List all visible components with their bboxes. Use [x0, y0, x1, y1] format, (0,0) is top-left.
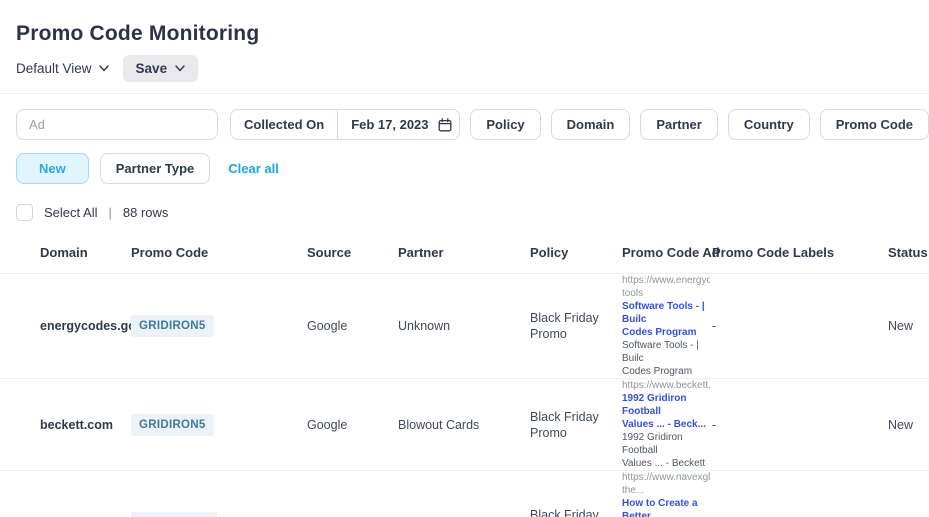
status-cell: New — [888, 417, 914, 432]
filter-row-secondary: New Partner Type Clear all — [16, 153, 929, 184]
promo-code-cell: GRIDIRON5 — [131, 413, 307, 436]
ad-url: https://www.navexglot the... — [622, 472, 710, 496]
promo-code-monitoring-page: Promo Code Monitoring Default View Save — [0, 0, 929, 517]
ad-description: 1992 Gridiron Football Values ... - Beck… — [622, 432, 706, 469]
save-button[interactable]: Save — [122, 55, 199, 82]
source-cell: Google — [307, 319, 348, 333]
policy-cell: Black Friday Promo — [530, 311, 599, 341]
table-row[interactable]: energycodes.gov GRIDIRON5 Google Unknown… — [0, 274, 929, 379]
row-count: 88 rows — [122, 205, 169, 220]
table-header: Domain Promo Code Source Partner Policy … — [0, 245, 929, 274]
view-selector-label: Default View — [16, 61, 92, 76]
domain-cell: energycodes.gov — [40, 319, 143, 333]
view-bar: Default View Save — [16, 55, 913, 82]
chevron-down-icon — [175, 65, 185, 72]
page-header: Promo Code Monitoring Default View Save — [0, 0, 929, 82]
promo-code-cell: GRIDIRON5 — [131, 315, 307, 337]
start-date-value: Feb 17, 2023 — [351, 117, 429, 132]
ad-title-link[interactable]: How to Create a Better NextNAVE... — [622, 497, 710, 517]
promo-code-badge: GRIDIRON5 — [131, 315, 214, 337]
select-all-label: Select All — [44, 205, 98, 220]
page-title: Promo Code Monitoring — [16, 22, 260, 45]
promo-code-cell: ENSERVE10 — [131, 512, 307, 517]
promo-code-badge: ENSERVE10 — [131, 512, 218, 517]
collected-on-label: Collected On — [231, 110, 337, 139]
column-header-domain: Domain — [40, 245, 88, 260]
labels-cell: - — [712, 319, 717, 333]
partner-cell: Blowout Cards — [398, 417, 480, 432]
selection-separator: | — [108, 205, 112, 220]
policy-cell: Black Friday Promo — [530, 409, 599, 440]
filter-button-partner[interactable]: Partner — [640, 109, 718, 140]
column-header-source: Source — [307, 245, 352, 260]
filter-button-promo-code[interactable]: Promo Code — [819, 109, 929, 140]
column-header-promo-code: Promo Code — [131, 245, 209, 260]
calendar-icon — [438, 117, 451, 131]
save-button-label: Save — [135, 61, 168, 76]
promo-code-ad-cell: https://www.beckett.cc 1992 Gridiron Foo… — [622, 379, 710, 470]
filter-button-policy[interactable]: Policy — [470, 109, 541, 140]
column-header-status: Status — [888, 245, 928, 260]
start-date-picker[interactable]: Feb 17, 2023 — [337, 110, 459, 139]
ad-filter-input[interactable] — [16, 109, 218, 140]
promo-code-ad-cell: https://www.energycoc tools Software Too… — [622, 274, 710, 378]
promo-code-ad-cell: https://www.navexglot the... How to Crea… — [622, 471, 710, 517]
column-header-promo-code-ad: Promo Code Ad — [622, 245, 720, 260]
view-selector-dropdown[interactable]: Default View — [16, 61, 109, 76]
filter-button-domain[interactable]: Domain — [550, 109, 631, 140]
clear-all-link[interactable]: Clear all — [228, 161, 279, 176]
status-filter-chip-new[interactable]: New — [16, 153, 89, 184]
chevron-down-icon — [98, 65, 109, 72]
select-all-checkbox[interactable] — [16, 204, 33, 221]
promo-code-badge: GRIDIRON5 — [131, 413, 214, 436]
filter-button-partner-type[interactable]: Partner Type — [99, 153, 211, 184]
source-cell: Google — [307, 417, 348, 432]
column-header-policy: Policy — [530, 245, 569, 260]
partner-cell: Unknown — [398, 319, 451, 333]
ad-url: https://www.beckett.cc — [622, 380, 710, 391]
filter-section: Collected On Feb 17, 2023 End Date — [0, 94, 929, 184]
selection-bar: Select All | 88 rows — [0, 204, 929, 221]
ad-title-link[interactable]: Software Tools - | Builc Codes Program — [622, 300, 710, 339]
ad-title-link[interactable]: 1992 Gridiron Football Values ... - Beck… — [622, 392, 710, 431]
ad-url: https://www.energycoc tools — [622, 275, 710, 299]
policy-cell: Black Friday Policy — [530, 508, 599, 517]
labels-cell: - — [712, 417, 717, 432]
column-header-promo-code-labels: Promo Code Labels — [712, 245, 835, 260]
column-header-partner: Partner — [398, 245, 444, 260]
table-row[interactable]: navexglobal.com ENSERVE10 Google Unknown… — [0, 471, 929, 517]
collected-on-text: Collected On — [244, 117, 325, 132]
status-cell: New — [888, 319, 914, 333]
filter-row-primary: Collected On Feb 17, 2023 End Date — [16, 109, 929, 140]
table-row[interactable]: beckett.com GRIDIRON5 Google Blowout Car… — [0, 379, 929, 471]
ad-description: Software Tools - | Builc Codes Program — [622, 340, 699, 377]
date-range-filter: Collected On Feb 17, 2023 End Date — [230, 109, 461, 140]
filter-button-country[interactable]: Country — [727, 109, 810, 140]
domain-cell: beckett.com — [40, 417, 113, 432]
